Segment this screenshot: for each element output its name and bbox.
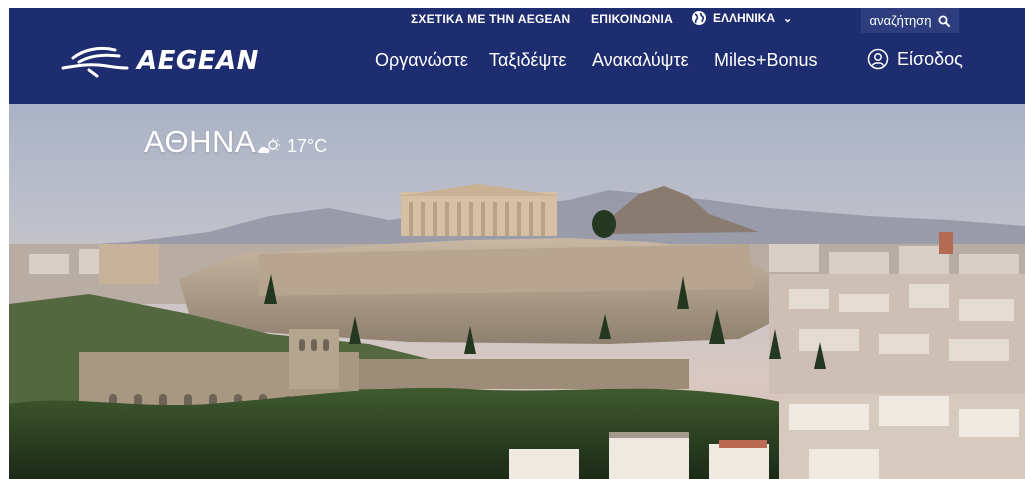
city-name: ΑΘΗΝΑ: [144, 124, 257, 159]
contact-link[interactable]: ΕΠΙΚΟΙΝΩΝΙΑ: [591, 12, 673, 26]
language-label: ΕΛΛΗΝΙΚΑ: [713, 11, 776, 25]
user-icon: [867, 48, 889, 70]
logo-text: AEGEAN: [137, 46, 259, 76]
chevron-down-icon: ⌄: [783, 12, 793, 25]
globe-icon: [692, 11, 706, 25]
search-icon: [938, 15, 951, 27]
bird-logo-icon: [61, 46, 129, 78]
weather-widget: 17°C: [257, 136, 327, 157]
nav-miles-bonus[interactable]: Miles+Bonus: [714, 50, 818, 71]
nav-discover[interactable]: Ανακαλύψτε: [592, 50, 689, 71]
site-header: AEGEAN ΣΧΕΤΙΚΑ ΜΕ ΤΗΝ AEGEAN ΕΠΙΚΟΙΝΩΝΙΑ…: [9, 8, 1025, 104]
about-link[interactable]: ΣΧΕΤΙΚΑ ΜΕ ΤΗΝ AEGEAN: [411, 12, 570, 26]
language-selector[interactable]: ΕΛΛΗΝΙΚΑ ⌄: [691, 10, 792, 26]
nav-organize[interactable]: Οργανώστε: [375, 50, 468, 71]
login-label: Είσοδος: [897, 48, 963, 69]
temperature: 17°C: [287, 136, 328, 156]
aegean-logo[interactable]: AEGEAN: [59, 44, 259, 78]
login-button[interactable]: Είσοδος: [867, 48, 963, 70]
search-button[interactable]: αναζήτηση: [861, 8, 959, 33]
athens-acropolis-photo: [9, 104, 1025, 479]
search-label: αναζήτηση: [869, 13, 932, 28]
page-frame: AEGEAN ΣΧΕΤΙΚΑ ΜΕ ΤΗΝ AEGEAN ΕΠΙΚΟΙΝΩΝΙΑ…: [9, 8, 1025, 479]
partly-cloudy-icon: [258, 138, 280, 153]
nav-travel[interactable]: Ταξιδέψτε: [489, 50, 567, 71]
hero-banner: ΑΘΗΝΑ 17°C: [9, 104, 1025, 479]
top-bar: ΣΧΕΤΙΚΑ ΜΕ ΤΗΝ AEGEAN ΕΠΙΚΟΙΝΩΝΙΑ ΕΛΛΗΝΙ…: [9, 8, 1025, 33]
